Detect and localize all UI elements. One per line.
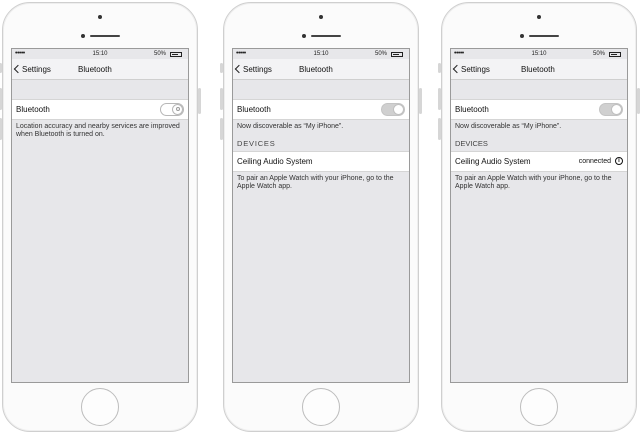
phone-frame-1: ••••• 15:10 50% Settings Bluetooth Bluet… — [0, 2, 201, 432]
back-label: Settings — [243, 65, 272, 74]
mute-switch — [438, 63, 441, 73]
device-row[interactable]: Ceiling Audio System connected i — [451, 151, 627, 172]
mute-switch — [0, 63, 2, 73]
bluetooth-row: Bluetooth — [233, 99, 409, 120]
phone-frame-2: ••••• 15:10 50% Settings Bluetooth Bluet… — [220, 2, 422, 432]
home-button[interactable] — [81, 388, 119, 426]
back-button[interactable]: Settings — [234, 64, 272, 74]
battery-percent: 50% — [592, 51, 605, 57]
power-button — [419, 88, 422, 114]
volume-down-button — [438, 118, 441, 140]
devices-header: DEVICES — [455, 139, 488, 148]
bluetooth-toggle[interactable] — [381, 103, 405, 116]
back-button[interactable]: Settings — [13, 64, 51, 74]
bluetooth-label: Bluetooth — [237, 105, 271, 114]
toggle-knob — [611, 104, 622, 115]
device-row[interactable]: Ceiling Audio System — [233, 151, 409, 172]
navigation-bar: Settings Bluetooth — [451, 59, 627, 80]
bluetooth-row: Bluetooth — [451, 99, 627, 120]
earpiece-speaker — [90, 35, 120, 37]
back-label: Settings — [461, 65, 490, 74]
page-title: Bluetooth — [299, 65, 333, 74]
apple-watch-note: To pair an Apple Watch with your iPhone,… — [455, 175, 612, 190]
device-name: Ceiling Audio System — [455, 157, 531, 166]
camera-dot — [319, 15, 323, 19]
navigation-bar: Settings Bluetooth — [12, 59, 188, 80]
home-button[interactable] — [302, 388, 340, 426]
camera-dot — [98, 15, 102, 19]
devices-header: DEVICES — [237, 139, 276, 148]
chevron-left-icon — [452, 64, 462, 74]
volume-down-button — [0, 118, 2, 140]
front-camera — [302, 34, 306, 38]
battery-icon — [391, 52, 403, 57]
toggle-off-indicator — [176, 107, 180, 111]
chevron-left-icon — [13, 64, 23, 74]
mute-switch — [220, 63, 223, 73]
volume-up-button — [438, 88, 441, 110]
discoverable-note: Now discoverable as “My iPhone”. — [455, 123, 562, 130]
bluetooth-label: Bluetooth — [455, 105, 489, 114]
page-title: Bluetooth — [78, 65, 112, 74]
screen-bluetooth-on: ••••• 15:10 50% Settings Bluetooth Bluet… — [232, 48, 410, 383]
battery-icon — [170, 52, 182, 57]
toggle-knob — [393, 104, 404, 115]
power-button — [637, 88, 640, 114]
power-button — [198, 88, 201, 114]
status-bar: ••••• 15:10 50% — [451, 49, 627, 59]
discoverable-note: Now discoverable as “My iPhone”. — [237, 123, 344, 130]
volume-up-button — [220, 88, 223, 110]
bluetooth-toggle[interactable] — [160, 103, 184, 116]
bluetooth-row: Bluetooth — [12, 99, 188, 120]
apple-watch-note: To pair an Apple Watch with your iPhone,… — [237, 175, 394, 190]
screen-device-connected: ••••• 15:10 50% Settings Bluetooth Bluet… — [450, 48, 628, 383]
home-button[interactable] — [520, 388, 558, 426]
device-name: Ceiling Audio System — [237, 157, 313, 166]
navigation-bar: Settings Bluetooth — [233, 59, 409, 80]
info-icon[interactable]: i — [615, 157, 623, 165]
battery-icon — [609, 52, 621, 57]
earpiece-speaker — [311, 35, 341, 37]
front-camera — [520, 34, 524, 38]
battery-percent: 50% — [153, 51, 166, 57]
chevron-left-icon — [234, 64, 244, 74]
bluetooth-label: Bluetooth — [16, 105, 50, 114]
volume-up-button — [0, 88, 2, 110]
earpiece-speaker — [529, 35, 559, 37]
device-status: connected — [578, 158, 611, 165]
phone-frame-3: ••••• 15:10 50% Settings Bluetooth Bluet… — [438, 2, 640, 432]
bluetooth-toggle[interactable] — [599, 103, 623, 116]
screen-bluetooth-off: ••••• 15:10 50% Settings Bluetooth Bluet… — [11, 48, 189, 383]
camera-dot — [537, 15, 541, 19]
back-label: Settings — [22, 65, 51, 74]
page-title: Bluetooth — [521, 65, 555, 74]
status-bar: ••••• 15:10 50% — [233, 49, 409, 59]
status-bar: ••••• 15:10 50% — [12, 49, 188, 59]
battery-percent: 50% — [374, 51, 387, 57]
back-button[interactable]: Settings — [452, 64, 490, 74]
bluetooth-off-note: Location accuracy and nearby services ar… — [16, 123, 180, 138]
front-camera — [81, 34, 85, 38]
volume-down-button — [220, 118, 223, 140]
